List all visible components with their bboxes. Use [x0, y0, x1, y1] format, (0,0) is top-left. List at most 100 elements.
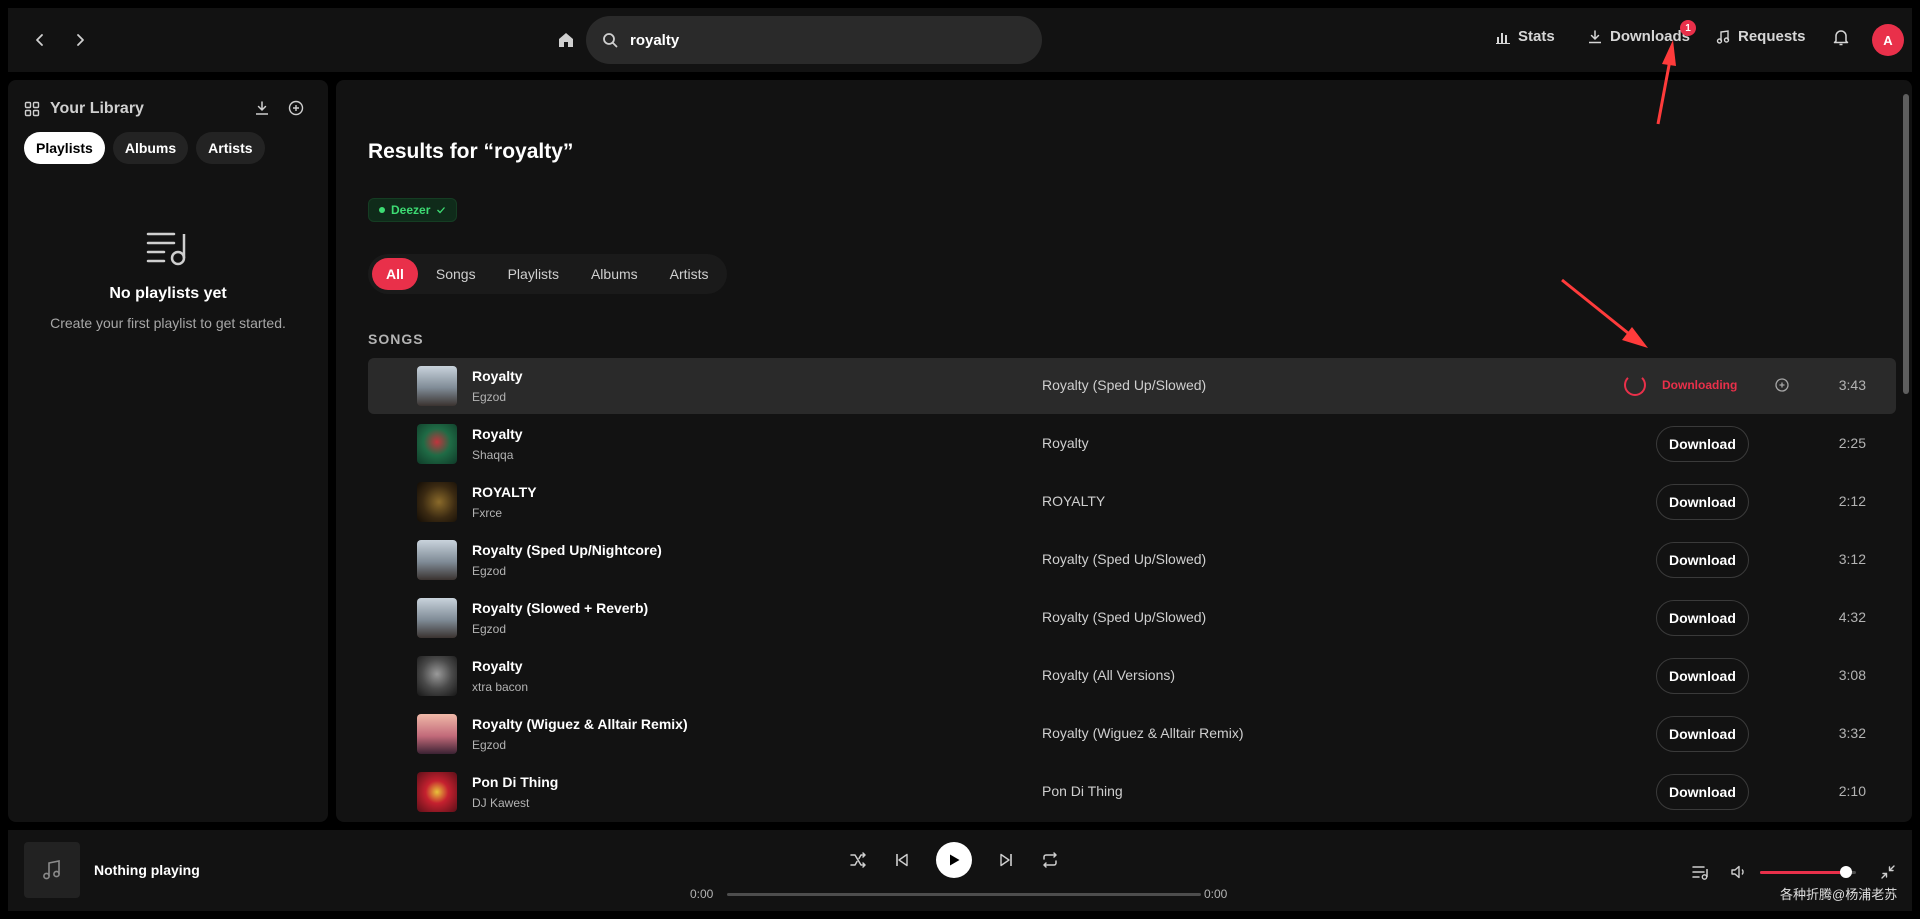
- chip-artists[interactable]: Artists: [196, 132, 265, 164]
- volume-icon[interactable]: [1730, 864, 1748, 880]
- chevron-left-icon: [36, 34, 43, 46]
- song-album[interactable]: Royalty (Sped Up/Slowed): [1042, 609, 1206, 625]
- volume-fill: [1760, 871, 1847, 874]
- import-download-icon[interactable]: [254, 100, 270, 116]
- volume-knob[interactable]: [1840, 866, 1853, 878]
- song-album[interactable]: Royalty (Wiguez & Alltair Remix): [1042, 725, 1244, 741]
- search-results-panel: Results for “royalty” Deezer All Songs P…: [336, 80, 1912, 822]
- song-artist[interactable]: Fxrce: [472, 506, 537, 520]
- total-time: 0:00: [1204, 887, 1228, 901]
- song-artist[interactable]: DJ Kawest: [472, 796, 558, 810]
- song-artist[interactable]: Shaqqa: [472, 448, 523, 462]
- song-album[interactable]: Royalty (Sped Up/Slowed): [1042, 377, 1206, 393]
- search-bar[interactable]: [586, 16, 1042, 64]
- scrollbar-thumb[interactable]: [1903, 94, 1909, 394]
- download-button[interactable]: Download: [1656, 426, 1749, 462]
- requests-label: Requests: [1738, 28, 1806, 45]
- song-row[interactable]: Royalty (Slowed + Reverb) Egzod Royalty …: [368, 590, 1896, 646]
- user-avatar[interactable]: A: [1872, 24, 1904, 56]
- album-art: [417, 714, 457, 754]
- downloads-count-badge: 1: [1680, 20, 1696, 36]
- song-row[interactable]: Royalty xtra bacon Royalty (All Versions…: [368, 648, 1896, 704]
- tab-artists[interactable]: Artists: [656, 258, 723, 290]
- song-row[interactable]: Pon Di Thing DJ Kawest Pon Di Thing Down…: [368, 764, 1896, 820]
- result-type-tabs: All Songs Playlists Albums Artists: [368, 254, 727, 294]
- collapse-icon[interactable]: [1880, 864, 1896, 880]
- tab-songs[interactable]: Songs: [422, 258, 490, 290]
- tab-all[interactable]: All: [372, 258, 418, 290]
- volume-slider[interactable]: [1760, 866, 1856, 878]
- source-label: Deezer: [391, 203, 431, 217]
- download-button[interactable]: Download: [1656, 542, 1749, 578]
- song-duration: 3:43: [1838, 377, 1866, 393]
- song-row[interactable]: Royalty (Sped Up/Nightcore) Egzod Royalt…: [368, 532, 1896, 588]
- empty-playlists-state: No playlists yet Create your first playl…: [8, 230, 328, 331]
- shuffle-button[interactable]: [848, 850, 868, 870]
- next-button[interactable]: [996, 850, 1016, 870]
- chip-playlists[interactable]: Playlists: [24, 132, 105, 164]
- play-button[interactable]: [936, 842, 972, 878]
- library-actions: [254, 100, 304, 116]
- home-icon: [559, 33, 573, 47]
- song-artist[interactable]: Egzod: [472, 390, 523, 404]
- tab-albums[interactable]: Albums: [577, 258, 652, 290]
- song-row[interactable]: Royalty Egzod Royalty (Sped Up/Slowed) D…: [368, 358, 1896, 414]
- now-playing-text: Nothing playing: [94, 862, 200, 878]
- download-button[interactable]: Download: [1656, 484, 1749, 520]
- album-art: [417, 366, 457, 406]
- download-button[interactable]: Download: [1656, 716, 1749, 752]
- source-badge-deezer[interactable]: Deezer: [368, 198, 458, 222]
- songs-section-label: SONGS: [368, 331, 424, 347]
- queue-icon[interactable]: [1692, 864, 1710, 880]
- music-note-icon: [43, 860, 60, 880]
- add-to-playlist-icon[interactable]: [1774, 377, 1790, 393]
- album-art: [417, 656, 457, 696]
- results-scrollbar[interactable]: [1900, 80, 1912, 822]
- library-header[interactable]: Your Library: [24, 100, 144, 118]
- download-button[interactable]: Download: [1656, 658, 1749, 694]
- back-button[interactable]: [26, 26, 54, 54]
- song-title: Royalty (Sped Up/Nightcore): [472, 542, 662, 558]
- downloading-status: Downloading: [1624, 374, 1737, 396]
- chip-albums[interactable]: Albums: [112, 132, 189, 164]
- song-artist[interactable]: Egzod: [472, 564, 662, 578]
- search-input[interactable]: [630, 31, 1010, 49]
- requests-link[interactable]: Requests: [1716, 28, 1806, 45]
- home-button[interactable]: [552, 26, 580, 54]
- song-album[interactable]: Pon Di Thing: [1042, 783, 1123, 799]
- forward-button[interactable]: [66, 26, 94, 54]
- song-album[interactable]: Royalty: [1042, 435, 1089, 451]
- app-window: Stats Downloads 1 Requests A Your Librar…: [0, 0, 1920, 919]
- song-title: Royalty (Slowed + Reverb): [472, 600, 649, 616]
- library-grid-icon: [24, 101, 40, 117]
- song-row[interactable]: Royalty (Wiguez & Alltair Remix) Egzod R…: [368, 706, 1896, 762]
- create-playlist-icon[interactable]: [288, 100, 304, 116]
- song-artist[interactable]: Egzod: [472, 738, 688, 752]
- downloads-link[interactable]: Downloads: [1588, 28, 1690, 45]
- repeat-button[interactable]: [1040, 850, 1060, 870]
- song-info: Royalty xtra bacon: [472, 658, 528, 694]
- song-title: Royalty: [472, 426, 523, 442]
- stats-label: Stats: [1518, 28, 1555, 45]
- song-title: Royalty: [472, 658, 523, 674]
- song-row[interactable]: Royalty Shaqqa Royalty Download 2:25: [368, 416, 1896, 472]
- song-duration: 4:32: [1838, 609, 1866, 625]
- download-button[interactable]: Download: [1656, 600, 1749, 636]
- empty-title: No playlists yet: [109, 285, 227, 302]
- song-duration: 3:12: [1838, 551, 1866, 567]
- tab-playlists[interactable]: Playlists: [494, 258, 573, 290]
- notifications-button[interactable]: [1832, 28, 1850, 51]
- song-row[interactable]: ROYALTY Fxrce ROYALTY Download 2:12: [368, 474, 1896, 530]
- song-album[interactable]: Royalty (All Versions): [1042, 667, 1175, 683]
- progress-bar[interactable]: [727, 893, 1201, 896]
- download-button[interactable]: Download: [1656, 774, 1749, 810]
- stats-link[interactable]: Stats: [1496, 28, 1555, 45]
- song-album[interactable]: Royalty (Sped Up/Slowed): [1042, 551, 1206, 567]
- song-album[interactable]: ROYALTY: [1042, 493, 1105, 509]
- song-title: Royalty (Wiguez & Alltair Remix): [472, 716, 688, 732]
- album-art: [417, 540, 457, 580]
- results-title: Results for “royalty”: [368, 140, 574, 163]
- song-artist[interactable]: Egzod: [472, 622, 648, 636]
- song-artist[interactable]: xtra bacon: [472, 680, 528, 694]
- previous-button[interactable]: [892, 850, 912, 870]
